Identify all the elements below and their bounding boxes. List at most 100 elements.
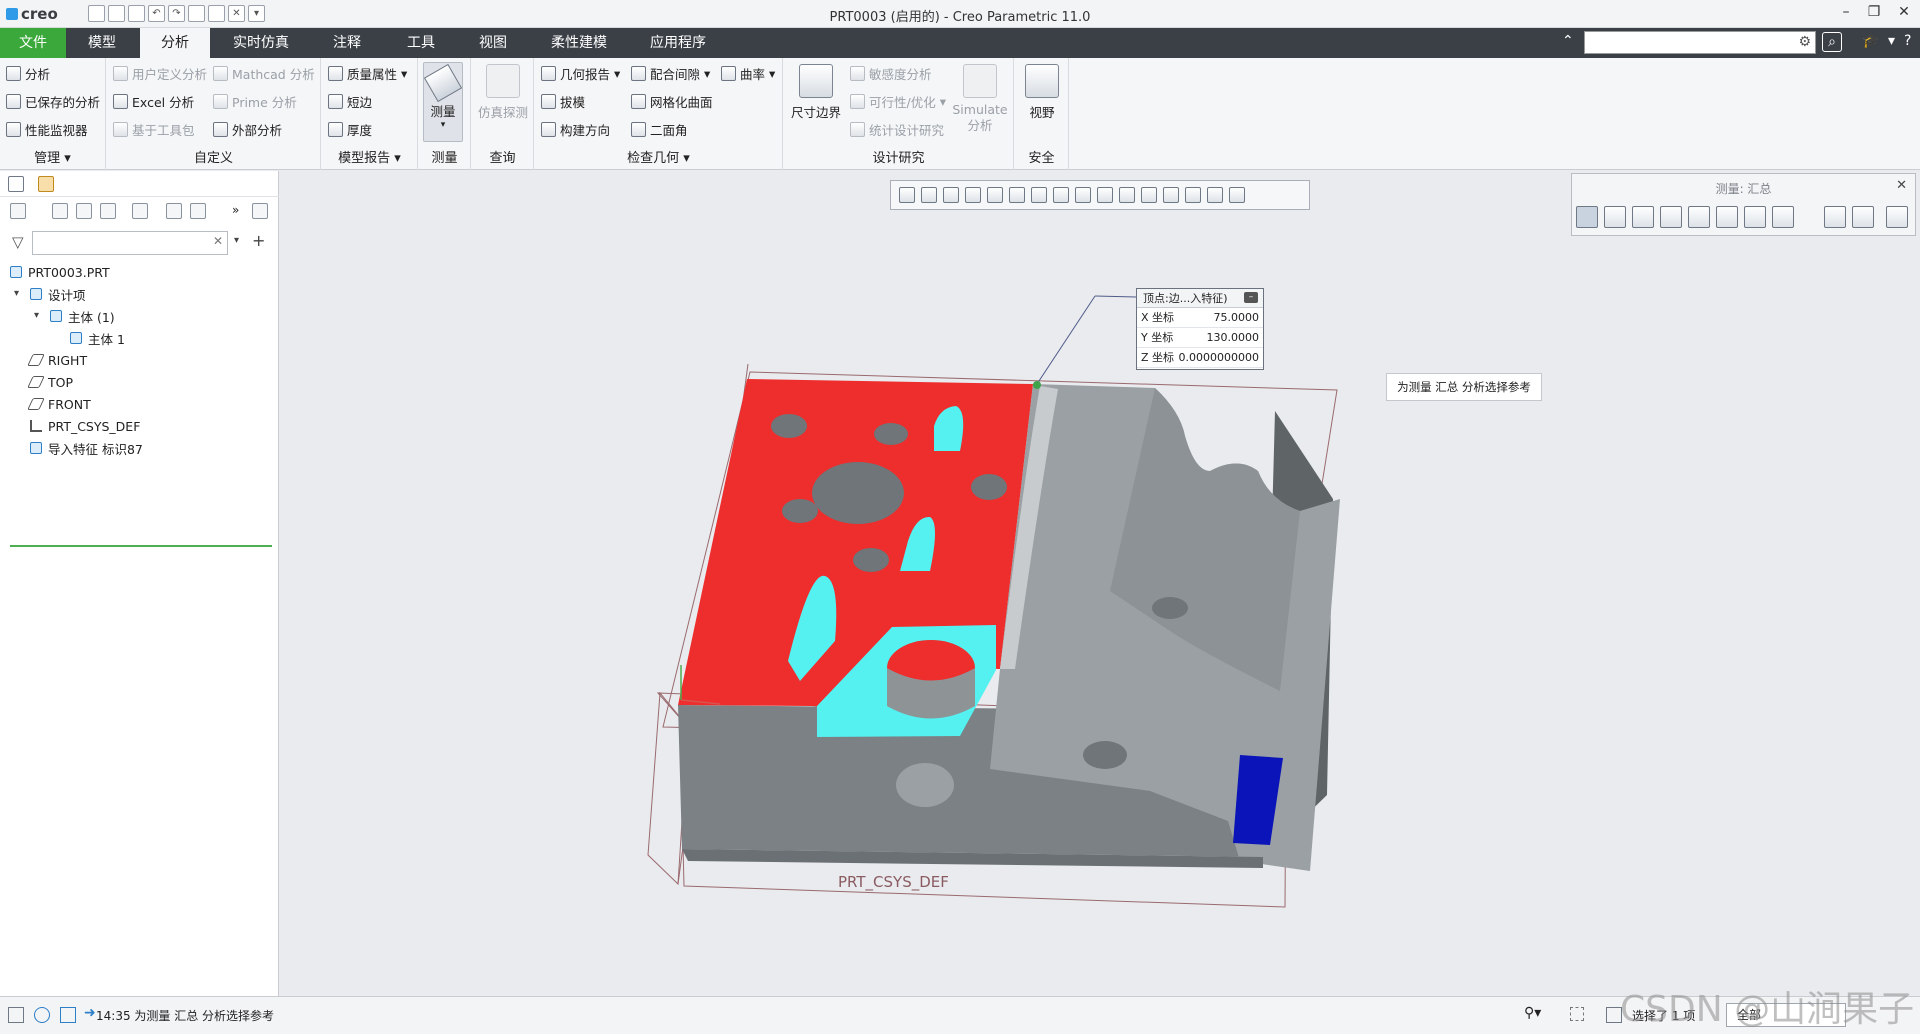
mathcad-analysis-button[interactable]: Mathcad 分析 xyxy=(213,64,315,83)
annotation-display-icon[interactable] xyxy=(1119,187,1135,203)
expand-icon[interactable] xyxy=(1886,206,1908,228)
more-icon[interactable]: » xyxy=(232,203,248,219)
dihedral-angle-button[interactable]: 二面角 xyxy=(631,120,688,139)
length-icon[interactable] xyxy=(1604,206,1626,228)
transform-icon[interactable] xyxy=(1772,206,1794,228)
search-settings-gear-icon[interactable]: ⚙ xyxy=(1798,34,1811,50)
summary-ruler-icon[interactable] xyxy=(1576,206,1598,228)
build-direction-button[interactable]: 构建方向 xyxy=(541,120,610,139)
browser-icon[interactable] xyxy=(34,1007,50,1023)
area-icon[interactable] xyxy=(1716,206,1738,228)
simulation-probe-button[interactable]: 仿真探测 xyxy=(476,64,530,121)
section-icon[interactable] xyxy=(1075,187,1091,203)
tab-file[interactable]: 文件 xyxy=(0,28,66,58)
tree-item-csys[interactable]: PRT_CSYS_DEF xyxy=(30,417,140,435)
show-tree-icon[interactable] xyxy=(10,203,26,219)
close-icon[interactable]: ✕ xyxy=(1896,178,1907,193)
search-icon[interactable]: ⌕ xyxy=(1822,32,1842,52)
tab-applications[interactable]: 应用程序 xyxy=(630,28,726,58)
collapse-callout-icon[interactable]: – xyxy=(1244,292,1258,303)
meshed-surface-button[interactable]: 网格化曲面 xyxy=(631,92,713,111)
help-icon[interactable]: ? xyxy=(1904,33,1911,49)
tab-flexible-modeling[interactable]: 柔性建模 xyxy=(538,28,620,58)
add-filter-icon[interactable]: + xyxy=(252,231,265,250)
feasibility-optimization-button[interactable]: 可行性/优化 ▾ xyxy=(850,92,946,111)
display-style-icon[interactable] xyxy=(987,187,1003,203)
sensitivity-analysis-button[interactable]: 敏感度分析 xyxy=(850,64,932,83)
saved-orientations-icon[interactable] xyxy=(1009,187,1025,203)
refit-icon[interactable] xyxy=(899,187,915,203)
appearance-icon[interactable] xyxy=(1229,187,1245,203)
datum-display-icon[interactable] xyxy=(1097,187,1113,203)
restore-button[interactable]: ❐ xyxy=(1862,4,1886,20)
find-icon[interactable]: ⚲▾ xyxy=(1524,1005,1541,1021)
clear-search-icon[interactable]: ✕ xyxy=(213,234,223,248)
collapse-ribbon-icon[interactable]: ⌃ xyxy=(1562,33,1574,49)
command-search-input[interactable]: ⚙ xyxy=(1584,31,1816,54)
tree-settings-icon[interactable] xyxy=(100,203,116,219)
insert-here-indicator[interactable] xyxy=(10,545,272,547)
mass-properties-button[interactable]: 质量属性 ▾ xyxy=(328,64,407,83)
analysis-button[interactable]: 分析 xyxy=(6,64,50,83)
tree-item-front-plane[interactable]: FRONT xyxy=(27,395,91,413)
point-display-icon[interactable] xyxy=(1185,187,1201,203)
group-manage-label[interactable]: 管理 ▾ xyxy=(0,147,105,166)
statistical-design-study-button[interactable]: 统计设计研究 xyxy=(850,120,944,139)
tree-item-right-plane[interactable]: RIGHT xyxy=(27,351,87,369)
repaint-icon[interactable] xyxy=(965,187,981,203)
saved-analysis-button[interactable]: 已保存的分析 xyxy=(6,92,100,111)
tab-tools[interactable]: 工具 xyxy=(386,28,456,58)
pause-icon[interactable] xyxy=(1207,187,1223,203)
short-edge-button[interactable]: 短边 xyxy=(328,92,372,111)
layer-icon[interactable] xyxy=(190,203,206,219)
tree-filters-icon[interactable] xyxy=(76,203,92,219)
tree-item-design-items[interactable]: 设计项 xyxy=(30,285,86,303)
volume-icon[interactable] xyxy=(1744,206,1766,228)
folder-browser-tab-icon[interactable] xyxy=(38,176,54,192)
tab-model[interactable]: 模型 xyxy=(70,28,134,58)
model-tree-tab-icon[interactable] xyxy=(8,176,24,192)
tree-item-top-plane[interactable]: TOP xyxy=(27,373,73,391)
full-screen-icon[interactable] xyxy=(60,1007,76,1023)
fit-clearance-button[interactable]: 配合间隙 ▾ xyxy=(631,64,710,83)
distance-icon[interactable] xyxy=(1632,206,1654,228)
highlight-icon[interactable] xyxy=(132,203,148,219)
selected-vertex-marker[interactable] xyxy=(1033,381,1041,389)
notes-icon[interactable] xyxy=(252,203,268,219)
minimize-button[interactable]: – xyxy=(1834,4,1858,20)
geometry-report-button[interactable]: 几何报告 ▾ xyxy=(541,64,620,83)
box-select-icon[interactable] xyxy=(1570,1007,1584,1021)
measure-button[interactable]: 测量 ▾ xyxy=(423,62,463,142)
view-manager-icon[interactable] xyxy=(1031,187,1047,203)
group-inspect-label[interactable]: 检查几何 ▾ xyxy=(535,147,782,166)
dimension-boundary-button[interactable]: 尺寸边界 xyxy=(788,64,844,121)
tree-columns-icon[interactable] xyxy=(52,203,68,219)
perspective-icon[interactable] xyxy=(1053,187,1069,203)
graphics-viewport[interactable]: PRT_CSYS_DEF xyxy=(280,171,1920,996)
tree-item-body-1[interactable]: 主体 1 xyxy=(70,329,125,347)
draft-button[interactable]: 拔模 xyxy=(541,92,585,111)
field-of-view-button[interactable]: 视野 xyxy=(1019,64,1065,121)
group-model-report-label[interactable]: 模型报告 ▾ xyxy=(322,147,417,166)
expand-arrow-icon[interactable]: ▾ xyxy=(14,288,19,299)
tab-annotate[interactable]: 注释 xyxy=(312,28,382,58)
eraser-icon[interactable] xyxy=(1824,206,1846,228)
diameter-icon[interactable] xyxy=(1688,206,1710,228)
tree-search-input[interactable]: ✕ xyxy=(32,231,228,255)
angle-icon[interactable] xyxy=(1660,206,1682,228)
user-defined-analysis-button[interactable]: 用户定义分析 xyxy=(113,64,207,83)
close-button[interactable]: ✕ xyxy=(1892,4,1916,20)
tree-item-bodies[interactable]: 主体 (1) xyxy=(50,307,115,325)
expand-arrow-icon[interactable]: ▾ xyxy=(34,310,39,321)
tree-item-import-feature[interactable]: 导入特征 标识87 xyxy=(30,439,143,457)
zoom-out-icon[interactable] xyxy=(943,187,959,203)
toolkit-based-button[interactable]: 基于工具包 xyxy=(113,120,195,139)
learning-icon[interactable]: 🎓 xyxy=(1862,33,1879,49)
prime-analysis-button[interactable]: Prime 分析 xyxy=(213,92,297,111)
tab-realtime-simulation[interactable]: 实时仿真 xyxy=(220,28,302,58)
thickness-button[interactable]: 厚度 xyxy=(328,120,372,139)
zoom-in-icon[interactable] xyxy=(921,187,937,203)
external-analysis-button[interactable]: 外部分析 xyxy=(213,120,282,139)
excel-analysis-button[interactable]: Excel 分析 xyxy=(113,92,194,111)
save-measure-icon[interactable] xyxy=(1852,206,1874,228)
